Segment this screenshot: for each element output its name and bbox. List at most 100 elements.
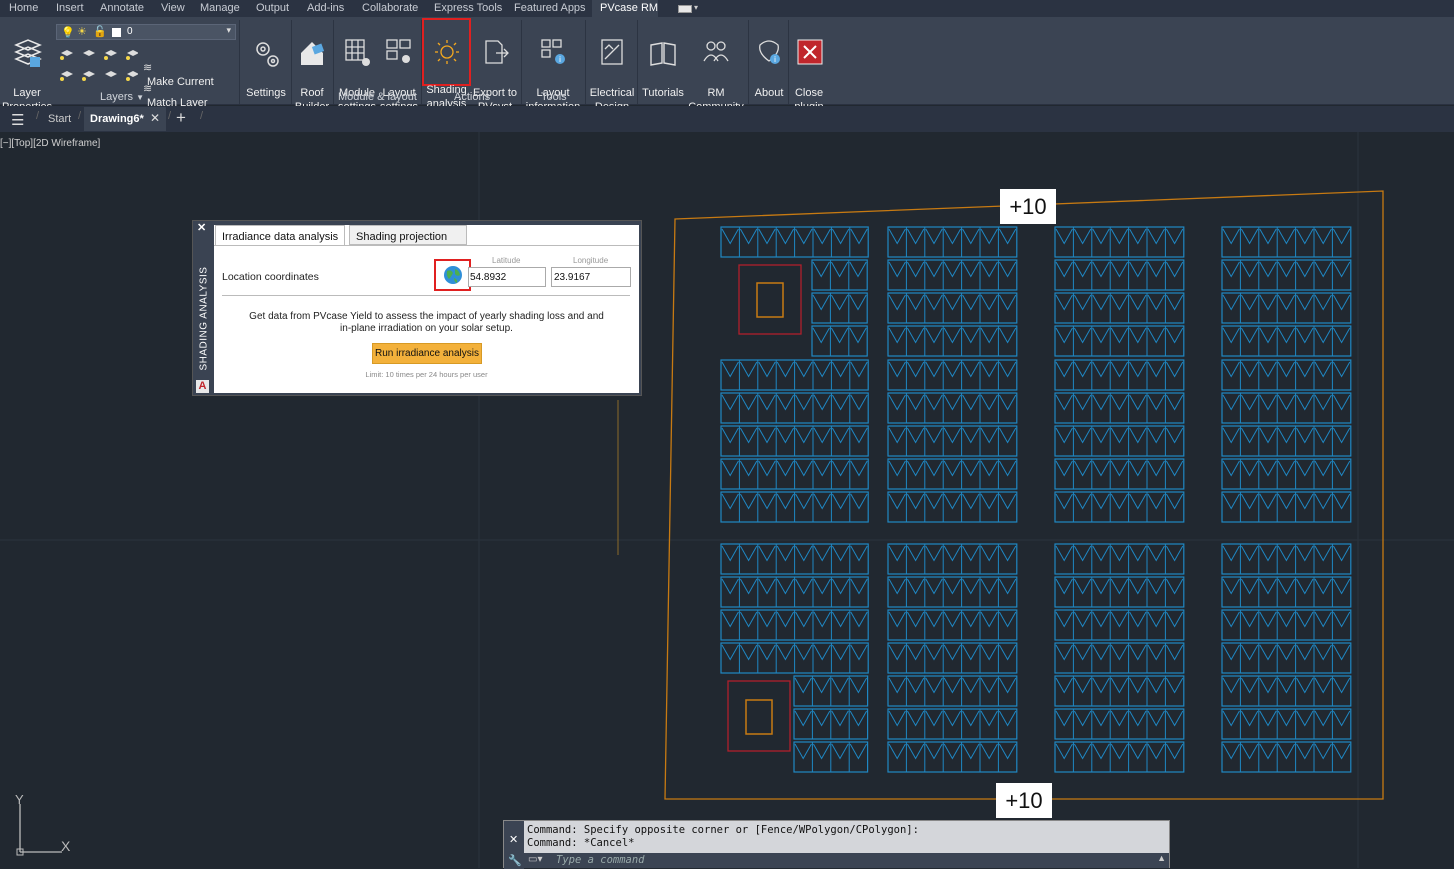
- panel-row[interactable]: [1221, 325, 1352, 357]
- panel-row[interactable]: [1221, 392, 1352, 424]
- panel-row[interactable]: [887, 425, 1018, 457]
- elevation-label-top[interactable]: +10: [1000, 189, 1056, 224]
- close-icon[interactable]: ✕: [197, 221, 206, 234]
- tab-strip-line: [214, 245, 639, 246]
- chevron-up-icon[interactable]: ▲: [1157, 853, 1166, 863]
- command-input[interactable]: ▭▾ Type a command ▲: [524, 853, 1169, 868]
- panel-row[interactable]: [1054, 259, 1185, 291]
- panel-row[interactable]: [811, 292, 868, 324]
- panel-row[interactable]: [720, 576, 869, 608]
- panel-row[interactable]: [793, 708, 869, 740]
- panel-row[interactable]: [1221, 675, 1352, 707]
- panel-row[interactable]: [1221, 741, 1352, 773]
- tab-irradiance-data-analysis[interactable]: Irradiance data analysis: [215, 225, 346, 246]
- latitude-input[interactable]: 54.8932: [468, 267, 546, 287]
- shading-analysis-palette: ✕ SHADING ANALYSIS A Irradiance data ana…: [192, 220, 642, 396]
- panel-row[interactable]: [1221, 609, 1352, 641]
- panel-row[interactable]: [887, 259, 1018, 291]
- panel-row[interactable]: [1054, 675, 1185, 707]
- elevation-label-bottom[interactable]: +10: [996, 783, 1052, 818]
- panel-row[interactable]: [887, 543, 1018, 575]
- command-history-line-1: Command: Specify opposite corner or [Fen…: [527, 824, 919, 836]
- panel-row[interactable]: [720, 458, 869, 490]
- panel-row[interactable]: [887, 292, 1018, 324]
- panel-row[interactable]: [1221, 458, 1352, 490]
- command-line-window: ✕ 🔧 Command: Specify opposite corner or …: [503, 820, 1170, 869]
- panel-row[interactable]: [887, 576, 1018, 608]
- panel-row[interactable]: [720, 425, 869, 457]
- panel-row[interactable]: [720, 609, 869, 641]
- panel-row[interactable]: [887, 226, 1018, 258]
- run-irradiance-analysis-label: Run irradiance analysis: [375, 348, 479, 359]
- panel-row[interactable]: [887, 325, 1018, 357]
- section-divider: [222, 295, 630, 296]
- palette-side-title[interactable]: SHADING ANALYSIS: [194, 266, 214, 373]
- panel-row[interactable]: [1221, 425, 1352, 457]
- panel-row[interactable]: [1054, 292, 1185, 324]
- panel-row[interactable]: [1221, 642, 1352, 674]
- panel-row[interactable]: [811, 325, 868, 357]
- obstacle-buffer[interactable]: [738, 264, 802, 335]
- run-irradiance-analysis-button[interactable]: Run irradiance analysis: [372, 343, 482, 364]
- panel-row[interactable]: [1054, 708, 1185, 740]
- panel-row[interactable]: [1054, 425, 1185, 457]
- panel-row[interactable]: [720, 642, 869, 674]
- panel-row[interactable]: [1054, 226, 1185, 258]
- obstacle-buffer[interactable]: [727, 680, 791, 752]
- panel-row[interactable]: [793, 741, 869, 773]
- panel-row[interactable]: [1221, 543, 1352, 575]
- panel-row[interactable]: [887, 491, 1018, 523]
- drawing-svg[interactable]: [0, 0, 1454, 868]
- autocad-logo-icon: A: [196, 380, 209, 393]
- panel-row[interactable]: [1054, 458, 1185, 490]
- panel-row[interactable]: [887, 741, 1018, 773]
- panel-row[interactable]: [1054, 325, 1185, 357]
- panel-row[interactable]: [1054, 741, 1185, 773]
- description-line-2: in-plane irradiation on your solar setup…: [340, 323, 513, 334]
- command-history-line-2: Command: *Cancel*: [527, 837, 635, 849]
- panel-row[interactable]: [887, 609, 1018, 641]
- panel-row[interactable]: [720, 491, 869, 523]
- obstacle[interactable]: [745, 699, 773, 735]
- panel-row[interactable]: [887, 708, 1018, 740]
- panel-row[interactable]: [1221, 259, 1352, 291]
- panel-row[interactable]: [1054, 392, 1185, 424]
- panel-row[interactable]: [1221, 491, 1352, 523]
- panel-row[interactable]: [1054, 609, 1185, 641]
- obstacle[interactable]: [756, 282, 784, 318]
- panel-row[interactable]: [887, 642, 1018, 674]
- panel-row[interactable]: [887, 458, 1018, 490]
- panel-row[interactable]: [1221, 576, 1352, 608]
- panel-row[interactable]: [887, 675, 1018, 707]
- globe-button[interactable]: [434, 259, 471, 291]
- ucs-x-label: X: [61, 838, 71, 854]
- tab-shading-projection[interactable]: Shading projection: [349, 225, 467, 245]
- panel-row[interactable]: [793, 675, 869, 707]
- panel-row[interactable]: [720, 392, 869, 424]
- panel-row[interactable]: [1054, 642, 1185, 674]
- ucs-y-label: Y: [15, 792, 24, 807]
- panel-row[interactable]: [720, 359, 869, 391]
- close-icon[interactable]: ✕: [509, 833, 518, 846]
- globe-icon: [444, 266, 462, 284]
- longitude-input[interactable]: 23.9167: [551, 267, 631, 287]
- panel-row[interactable]: [1054, 491, 1185, 523]
- panel-row[interactable]: [887, 392, 1018, 424]
- panel-row[interactable]: [1221, 292, 1352, 324]
- panel-row[interactable]: [1054, 359, 1185, 391]
- panel-row[interactable]: [1221, 708, 1352, 740]
- command-input-placeholder: Type a command: [556, 854, 645, 866]
- description-text: Get data from PVcase Yield to assess the…: [214, 311, 639, 335]
- palette-content: Irradiance data analysis Shading project…: [214, 225, 639, 393]
- panel-row[interactable]: [720, 543, 869, 575]
- wrench-icon[interactable]: 🔧: [508, 854, 522, 867]
- panel-row[interactable]: [811, 259, 868, 291]
- panel-row[interactable]: [1221, 359, 1352, 391]
- solar-panel-array[interactable]: [720, 226, 1352, 773]
- panel-row[interactable]: [720, 226, 869, 258]
- panel-row[interactable]: [1054, 576, 1185, 608]
- panel-row[interactable]: [1221, 226, 1352, 258]
- panel-row[interactable]: [887, 359, 1018, 391]
- panel-row[interactable]: [1054, 543, 1185, 575]
- palette-side-title-label: SHADING ANALYSIS: [198, 266, 210, 371]
